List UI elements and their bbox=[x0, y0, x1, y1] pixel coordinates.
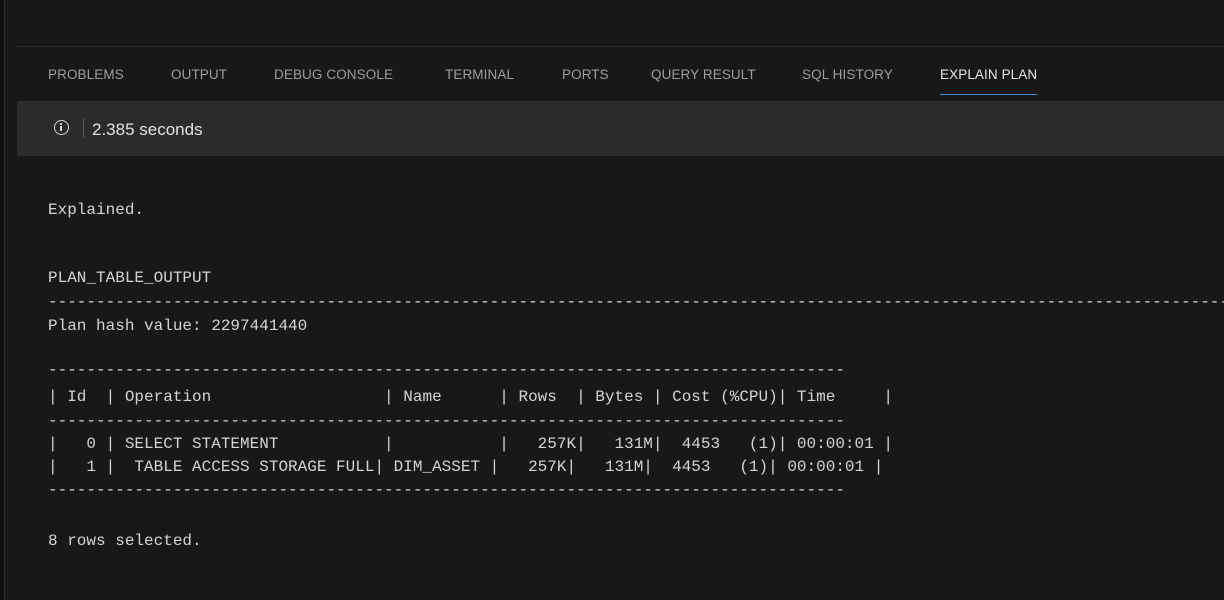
top-bar bbox=[17, 0, 1224, 47]
tab-output[interactable]: OUTPUT bbox=[171, 47, 227, 101]
panel-frame: PROBLEMS OUTPUT DEBUG CONSOLE TERMINAL P… bbox=[0, 0, 1224, 600]
tab-terminal[interactable]: TERMINAL bbox=[445, 47, 514, 101]
table-separator-top: ----------------------------------------… bbox=[48, 361, 845, 379]
status-divider bbox=[83, 118, 84, 138]
plan-hash-value: Plan hash value: 2297441440 bbox=[48, 317, 308, 335]
status-bar: 2.385 seconds bbox=[17, 101, 1224, 156]
explained-text: Explained. bbox=[48, 201, 145, 219]
table-row: | 0 | SELECT STATEMENT | | 257K| 131M| 4… bbox=[48, 435, 893, 453]
tab-problems[interactable]: PROBLEMS bbox=[48, 47, 124, 101]
tab-query-result[interactable]: QUERY RESULT bbox=[651, 47, 756, 101]
left-edge-divider bbox=[4, 0, 5, 600]
table-separator-bottom: ----------------------------------------… bbox=[48, 481, 845, 499]
tab-sql-history[interactable]: SQL HISTORY bbox=[802, 47, 893, 101]
separator-long: ----------------------------------------… bbox=[48, 293, 1224, 311]
elapsed-time: 2.385 seconds bbox=[92, 120, 203, 139]
panel-tabs: PROBLEMS OUTPUT DEBUG CONSOLE TERMINAL P… bbox=[17, 47, 1224, 101]
plan-table-output-header: PLAN_TABLE_OUTPUT bbox=[48, 269, 212, 287]
explain-plan-output: Explained. PLAN_TABLE_OUTPUT -----------… bbox=[48, 156, 1224, 600]
table-row: | 1 | TABLE ACCESS STORAGE FULL| DIM_ASS… bbox=[48, 458, 884, 476]
info-icon bbox=[54, 120, 69, 135]
rows-selected-text: 8 rows selected. bbox=[48, 532, 202, 550]
tab-debug-console[interactable]: DEBUG CONSOLE bbox=[274, 47, 393, 101]
table-header-row: | Id | Operation | Name | Rows | Bytes |… bbox=[48, 388, 893, 406]
tab-explain-plan[interactable]: EXPLAIN PLAN bbox=[940, 47, 1038, 101]
table-separator-header: ----------------------------------------… bbox=[48, 412, 845, 430]
tab-ports[interactable]: PORTS bbox=[562, 47, 609, 101]
